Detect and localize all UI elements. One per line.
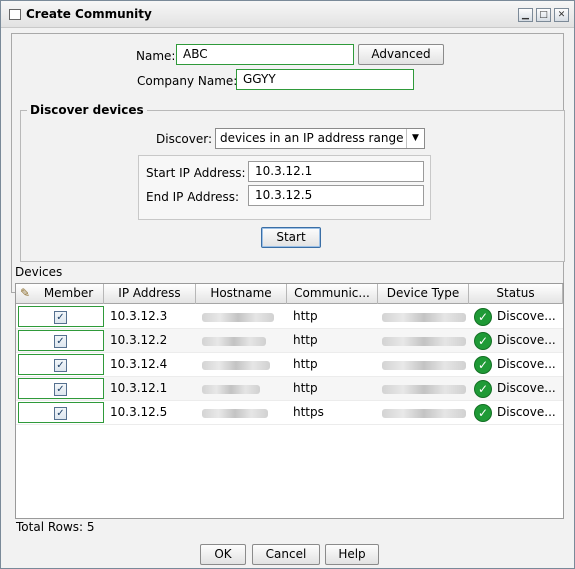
member-cell[interactable]: ✓ [18,378,104,399]
status-text: Discove... [497,333,556,347]
table-row[interactable]: ✓ 10.3.12.1 http ✓ Discove... [16,377,563,401]
cancel-button[interactable]: Cancel [252,544,320,565]
devices-table: ✎ Member IP Address Hostname Communic...… [15,283,564,519]
hostname-redacted [202,361,270,370]
ip-address-cell: 10.3.12.3 [110,309,168,323]
close-icon[interactable]: ✕ [554,8,569,22]
green-check-icon: ✓ [474,332,492,350]
hostname-redacted [202,337,266,346]
table-row[interactable]: ✓ 10.3.12.5 https ✓ Discove... [16,401,563,425]
discover-select[interactable]: devices in an IP address range ▼ [215,128,425,149]
advanced-button[interactable]: Advanced [358,44,444,65]
start-ip-label: Start IP Address: [146,166,246,180]
ok-button[interactable]: OK [200,544,246,565]
status-cell: ✓ Discove... [469,353,563,377]
discover-select-value: devices in an IP address range [220,131,404,145]
status-text: Discove... [497,405,556,419]
community-cell: http [293,333,318,347]
name-input[interactable]: ABC [176,44,354,65]
checkbox-checked-icon[interactable]: ✓ [54,335,67,348]
member-cell[interactable]: ✓ [18,402,104,423]
green-check-icon: ✓ [474,308,492,326]
hostname-redacted [202,409,268,418]
checkbox-checked-icon[interactable]: ✓ [54,383,67,396]
checkbox-checked-icon[interactable]: ✓ [54,311,67,324]
column-member[interactable]: ✎ Member [16,284,104,304]
status-text: Discove... [497,309,556,323]
status-cell: ✓ Discove... [469,329,563,353]
chevron-down-icon[interactable]: ▼ [406,129,424,148]
checkbox-checked-icon[interactable]: ✓ [54,407,67,420]
ip-address-cell: 10.3.12.2 [110,333,168,347]
company-name-input[interactable]: GGYY [236,69,414,90]
checkbox-checked-icon[interactable]: ✓ [54,359,67,372]
create-community-window: Create Community ▁ □ ✕ Name: ABC Advance… [0,0,575,569]
status-cell: ✓ Discove... [469,377,563,401]
total-rows-label: Total Rows: 5 [16,520,95,534]
help-button[interactable]: Help [325,544,379,565]
status-cell: ✓ Discove... [469,305,563,329]
column-member-label: Member [43,286,94,300]
column-device-type[interactable]: Device Type [378,284,469,304]
column-ip-address[interactable]: IP Address [104,284,196,304]
table-row[interactable]: ✓ 10.3.12.2 http ✓ Discove... [16,329,563,353]
ip-address-cell: 10.3.12.5 [110,405,168,419]
status-text: Discove... [497,357,556,371]
end-ip-input[interactable]: 10.3.12.5 [248,185,424,206]
device-type-redacted [382,337,466,346]
community-cell: http [293,309,318,323]
green-check-icon: ✓ [474,380,492,398]
discover-devices-title: Discover devices [27,103,147,117]
ip-range-box: Start IP Address: 10.3.12.1 End IP Addre… [138,155,431,220]
community-cell: http [293,381,318,395]
name-label: Name: [136,49,176,63]
hostname-redacted [202,313,274,322]
member-cell[interactable]: ✓ [18,330,104,351]
green-check-icon: ✓ [474,356,492,374]
ip-address-cell: 10.3.12.4 [110,357,168,371]
green-check-icon: ✓ [474,404,492,422]
device-type-redacted [382,313,466,322]
table-row[interactable]: ✓ 10.3.12.4 http ✓ Discove... [16,353,563,377]
start-ip-input[interactable]: 10.3.12.1 [248,161,424,182]
hostname-redacted [202,385,260,394]
minimize-icon[interactable]: ▁ [518,8,533,22]
maximize-icon[interactable]: □ [536,8,551,22]
column-status[interactable]: Status [469,284,563,304]
dialog-content: Name: ABC Advanced Company Name: GGYY Di… [9,31,565,569]
community-cell: http [293,357,318,371]
member-cell[interactable]: ✓ [18,354,104,375]
status-cell: ✓ Discove... [469,401,563,425]
start-button[interactable]: Start [261,227,321,248]
top-panel: Name: ABC Advanced Company Name: GGYY Di… [11,33,565,293]
device-type-redacted [382,385,466,394]
company-name-label: Company Name: [137,74,238,88]
title-bar[interactable]: Create Community ▁ □ ✕ [1,1,574,28]
table-row[interactable]: ✓ 10.3.12.3 http ✓ Discove... [16,305,563,329]
community-cell: https [293,405,324,419]
device-type-redacted [382,409,466,418]
column-community[interactable]: Communic... [287,284,378,304]
ip-address-cell: 10.3.12.1 [110,381,168,395]
devices-label: Devices [15,265,63,279]
member-cell[interactable]: ✓ [18,306,104,327]
pencil-icon: ✎ [20,286,31,300]
window-icon [9,9,21,20]
status-text: Discove... [497,381,556,395]
window-title: Create Community [26,7,152,21]
device-type-redacted [382,361,466,370]
discover-label: Discover: [156,132,213,146]
end-ip-label: End IP Address: [146,190,240,204]
table-header: ✎ Member IP Address Hostname Communic...… [16,284,563,304]
column-hostname[interactable]: Hostname [196,284,287,304]
